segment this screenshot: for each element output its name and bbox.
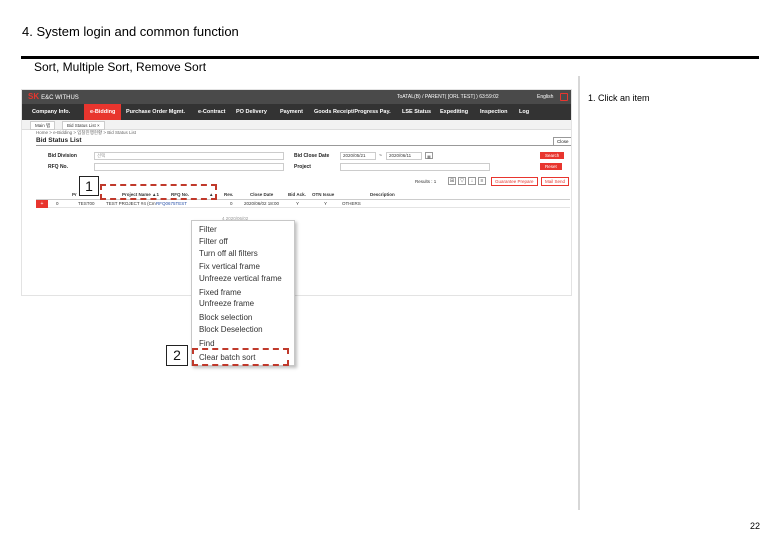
row-expand-icon[interactable]: + (36, 200, 48, 208)
logout-icon[interactable] (560, 93, 568, 101)
page-title: Bid Status List (36, 137, 82, 144)
col-header-close-date[interactable]: Close Date (250, 192, 273, 197)
nav-purchase-order[interactable]: Purchase Order Mgmt. (126, 109, 185, 115)
nav-po-delivery[interactable]: PO Delivery (236, 109, 267, 115)
app-logo[interactable]: SK E&C WITHUS (28, 92, 79, 101)
clear-sort-highlight (192, 348, 289, 366)
nav-expediting[interactable]: Expediting (440, 109, 468, 115)
app-topbar: SK E&C WITHUS ToATAL(B) / PARENT( [ORL TE… (22, 90, 571, 104)
grid-settings-icon[interactable]: ⊞ (448, 177, 456, 185)
guarantee-prepare-button[interactable]: Guarantee Prepare (491, 177, 538, 186)
rfq-no-input[interactable] (94, 163, 284, 171)
nav-e-contract[interactable]: e-Contract (198, 109, 226, 115)
project-label: Project (294, 164, 311, 170)
rfq-no-label: RFQ No. (48, 164, 68, 170)
calendar-icon[interactable]: ▦ (425, 152, 433, 159)
menu-item-unfreeze-vertical-frame[interactable]: Unfreeze vertical frame (199, 274, 282, 283)
menu-item-turn-off-all-filters[interactable]: Turn off all filters (199, 249, 258, 258)
page-number: 22 (750, 521, 761, 531)
menu-item-fix-vertical-frame[interactable]: Fix vertical frame (199, 262, 260, 271)
nav-e-bidding[interactable]: e-Bidding (84, 104, 122, 120)
col-header-description[interactable]: Description (370, 192, 395, 197)
menu-item-unfreeze-frame[interactable]: Unfreeze frame (199, 299, 254, 308)
user-info: ToATAL(B) / PARENT( [ORL TEST] ) 63:59:0… (397, 94, 499, 100)
menu-item-block-deselection[interactable]: Block Deselection (199, 325, 263, 334)
title-underline (36, 145, 566, 146)
title-divider (21, 56, 759, 59)
cell-rev: 0 (230, 201, 233, 206)
cell-pr: TEST00 (78, 201, 95, 206)
search-button[interactable]: Search (540, 152, 565, 159)
tab-main[interactable]: Main 탭 (30, 121, 56, 130)
cell-otn-issue: Y (324, 201, 328, 206)
date-from-input[interactable]: 2020/05/21 (340, 152, 376, 160)
menu-item-fixed-frame[interactable]: Fixed frame (199, 288, 241, 297)
download-icon[interactable]: ↓ (468, 177, 476, 185)
menu-item-filter[interactable]: Filter (199, 225, 217, 234)
nav-inspection[interactable]: Inspection (480, 109, 508, 115)
step-badge-2: 2 (166, 345, 188, 366)
filter-icon[interactable]: ▽ (458, 177, 466, 185)
cell-description: OTHERS (342, 201, 361, 206)
nav-lse-status[interactable]: LSE Status (402, 109, 431, 115)
slide-subtitle: Sort, Multiple Sort, Remove Sort (34, 60, 207, 74)
cell-project-name: TEST PROJECT #4 (Cm (106, 201, 156, 206)
cell-bid-ack: Y (296, 201, 300, 206)
column-header-highlight (100, 184, 217, 200)
breadcrumb: Home > e-Bidding > 입찰진행현황 > Bid Status L… (36, 130, 137, 135)
main-nav: Company Info. e-Bidding Purchase Order M… (22, 104, 571, 120)
cell-close-date: 2020/06/02 18:00 (244, 201, 280, 206)
cell-rfq-no[interactable]: RFQ0675TEST (156, 201, 187, 206)
date-to-input[interactable]: 2020/06/11 (386, 152, 422, 160)
row-check[interactable]: 0 (56, 201, 59, 206)
col-header-otn-issue[interactable]: OTN Issue (312, 192, 334, 197)
nav-payment[interactable]: Payment (280, 109, 303, 115)
table-row[interactable]: + 0 TEST00 TEST PROJECT #4 (Cm RFQ0675TE… (36, 200, 570, 208)
print-icon[interactable]: ≡ (478, 177, 486, 185)
nav-log[interactable]: Log (519, 109, 529, 115)
date-separator: ~ (379, 153, 382, 159)
vertical-divider (578, 76, 580, 510)
language-select[interactable]: English (537, 94, 553, 100)
context-menu: Filter Filter off Turn off all filters F… (191, 220, 295, 366)
col-header-rev[interactable]: Rev. (224, 192, 233, 197)
slide-title: 4. System login and common function (22, 24, 239, 39)
logo-brand: SK (28, 92, 40, 101)
bid-division-select[interactable]: 선택 (94, 152, 284, 160)
tab-bar: Main 탭 Bid Status List × (22, 120, 571, 130)
bid-close-date-label: Bid Close Date (294, 153, 330, 159)
col-header-pr[interactable]: Pr (72, 192, 77, 197)
step-note: 1. Click an item (588, 93, 650, 103)
menu-item-find[interactable]: Find (199, 339, 215, 348)
nav-company-info[interactable]: Company Info. (32, 109, 70, 115)
bid-division-label: Bid Division (48, 153, 77, 159)
menu-item-filter-off[interactable]: Filter off (199, 237, 228, 246)
reset-button[interactable]: Reset (540, 163, 562, 170)
results-count: Results : 1 (415, 179, 437, 184)
tab-bid-status-list[interactable]: Bid Status List × (62, 121, 105, 130)
project-input[interactable] (340, 163, 490, 171)
mail-send-button[interactable]: Mail Send (541, 177, 570, 186)
nav-goods-receipt[interactable]: Goods Receipt/Progress Pay. (314, 109, 391, 115)
col-header-bid-ack[interactable]: Bid Ack. (288, 192, 306, 197)
logo-name: E&C WITHUS (41, 95, 79, 101)
step-badge-1: 1 (79, 176, 99, 196)
menu-item-block-selection[interactable]: Block selection (199, 313, 252, 322)
